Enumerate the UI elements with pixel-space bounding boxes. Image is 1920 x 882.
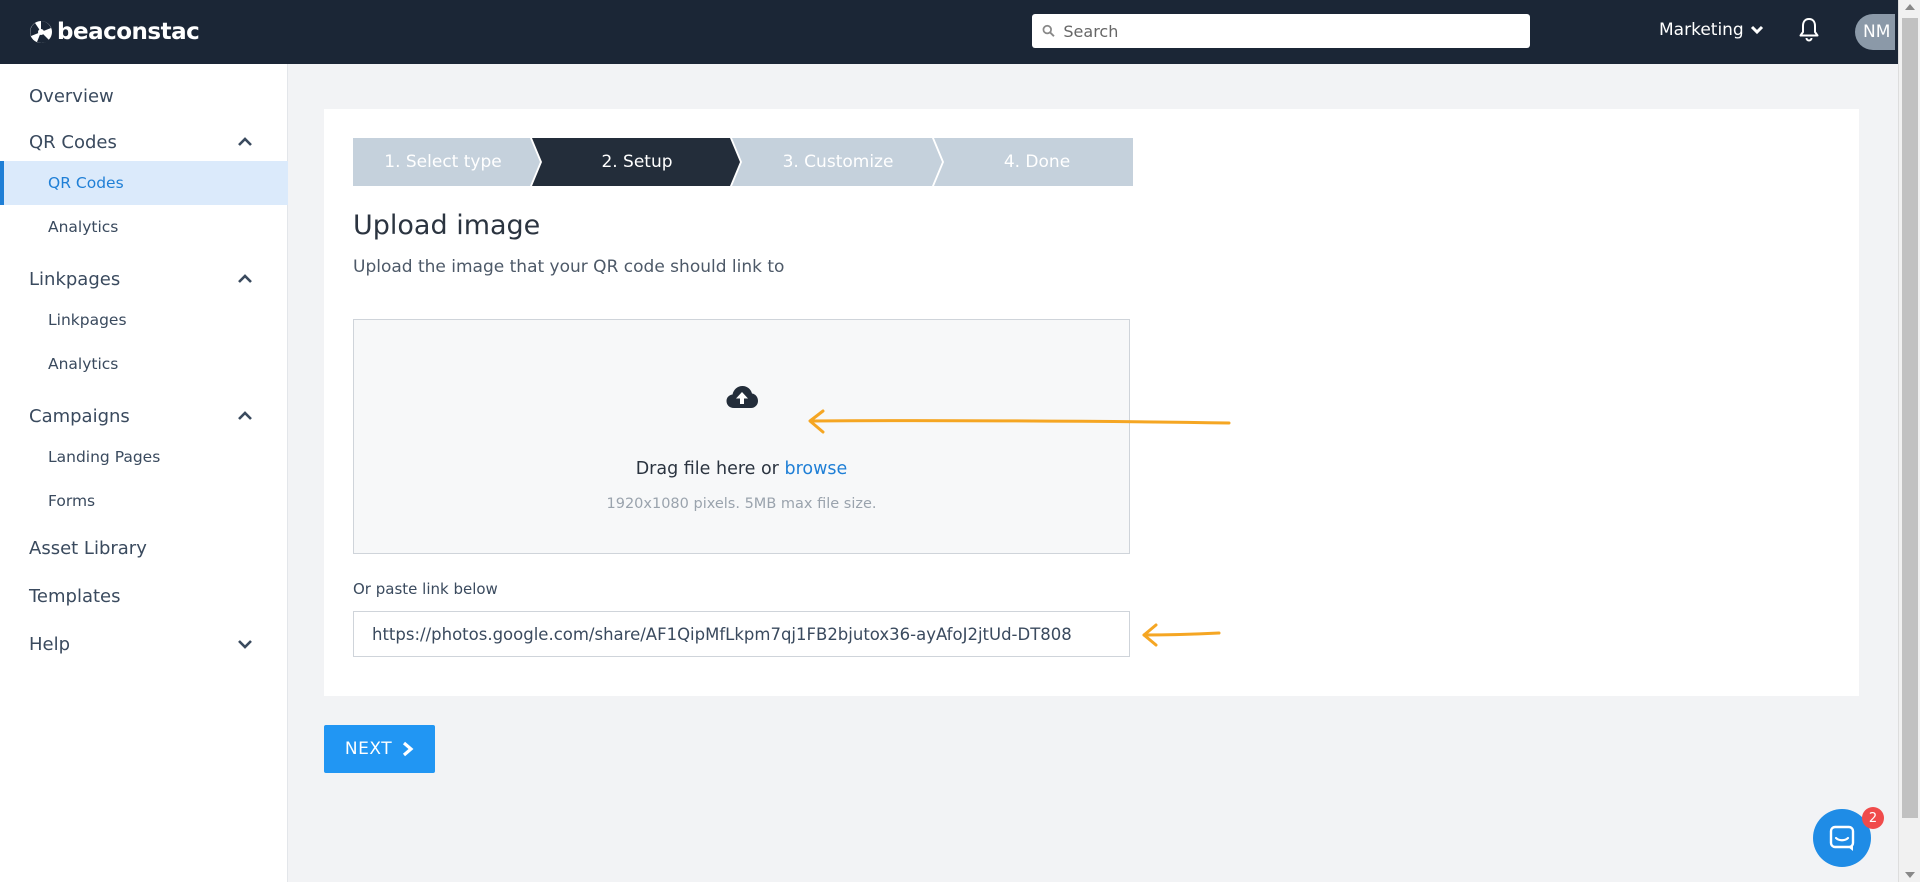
chevron-up-icon[interactable]	[237, 411, 253, 421]
chat-unread-badge: 2	[1862, 807, 1884, 829]
page-title: Upload image	[353, 210, 541, 241]
step-customize: 3. Customize	[739, 138, 937, 186]
top-bar: beaconstac Marketing NM	[0, 0, 1898, 64]
chat-icon	[1829, 825, 1855, 851]
sidebar-subitem-linkpages-analytics[interactable]: Analytics	[0, 342, 288, 386]
browse-link[interactable]: browse	[784, 459, 847, 479]
sidebar-subitem-label: Linkpages	[48, 311, 127, 329]
sidebar-item-label: Campaigns	[29, 405, 130, 427]
sidebar-subitem-label: Landing Pages	[48, 448, 161, 466]
drag-instructions: Drag file here or browse	[354, 459, 1129, 479]
sidebar-item-campaigns[interactable]: Campaigns	[0, 398, 288, 434]
step-setup: 2. Setup	[539, 138, 735, 186]
scroll-thumb[interactable]	[1902, 18, 1918, 818]
step-label: 3. Customize	[782, 152, 894, 172]
chevron-right-icon	[403, 741, 414, 757]
bell-icon	[1799, 18, 1819, 42]
sidebar: Overview QR Codes QR Codes Analytics Lin…	[0, 64, 288, 882]
progress-stepper: 1. Select type 2. Setup 3. Customize 4. …	[353, 138, 1133, 186]
brand-logo[interactable]: beaconstac	[29, 17, 200, 47]
step-select-type[interactable]: 1. Select type	[353, 138, 533, 186]
chevron-down-icon[interactable]	[237, 639, 253, 649]
scroll-up-arrow-icon[interactable]	[1905, 4, 1915, 10]
chevron-down-icon	[1750, 25, 1763, 35]
next-button[interactable]: NEXT	[324, 725, 435, 773]
step-label: 1. Select type	[384, 152, 502, 172]
annotation-arrow-icon	[808, 409, 1231, 434]
sidebar-item-overview[interactable]: Overview	[0, 78, 288, 114]
beaconstac-logo-icon	[30, 21, 52, 43]
org-name: Marketing	[1659, 20, 1744, 40]
sidebar-subitem-landing-pages[interactable]: Landing Pages	[0, 435, 288, 479]
cloud-upload-icon	[726, 386, 758, 408]
org-switcher[interactable]: Marketing	[1659, 20, 1764, 40]
search-input[interactable]	[1063, 21, 1530, 41]
sidebar-subitem-label: QR Codes	[48, 174, 124, 192]
sidebar-subitem-label: Analytics	[48, 218, 119, 236]
sidebar-item-asset-library[interactable]: Asset Library	[0, 530, 288, 566]
sidebar-item-help[interactable]: Help	[0, 626, 288, 662]
sidebar-item-qr-codes[interactable]: QR Codes	[0, 124, 288, 160]
sidebar-item-label: Help	[29, 633, 71, 655]
drag-text: Drag file here or	[635, 459, 779, 479]
step-label: 2. Setup	[601, 152, 673, 172]
avatar-initials: NM	[1863, 22, 1891, 42]
chevron-up-icon[interactable]	[237, 274, 253, 284]
search-box[interactable]	[1032, 14, 1530, 48]
sidebar-subitem-qr-codes[interactable]: QR Codes	[0, 161, 288, 205]
sidebar-subitem-label: Forms	[48, 492, 96, 510]
sidebar-item-label: QR Codes	[29, 131, 117, 153]
user-avatar[interactable]: NM	[1855, 14, 1895, 50]
annotation-arrow-icon	[1142, 623, 1221, 647]
sidebar-item-label: Asset Library	[29, 537, 147, 559]
file-size-hint: 1920x1080 pixels. 5MB max file size.	[606, 496, 877, 512]
sidebar-subitem-qr-analytics[interactable]: Analytics	[0, 205, 288, 249]
sidebar-item-label: Overview	[29, 85, 114, 107]
brand-name: beaconstac	[57, 19, 200, 45]
step-done: 4. Done	[941, 138, 1133, 186]
page-scrollbar[interactable]	[1898, 0, 1920, 882]
search-icon	[1042, 24, 1055, 37]
scroll-down-arrow-icon[interactable]	[1905, 872, 1915, 878]
paste-link-label: Or paste link below	[353, 580, 498, 598]
paste-link-input[interactable]	[353, 611, 1130, 657]
chevron-up-icon[interactable]	[237, 137, 253, 147]
sidebar-item-label: Templates	[29, 585, 121, 607]
sidebar-subitem-forms[interactable]: Forms	[0, 479, 288, 523]
notifications-button[interactable]	[1798, 16, 1820, 46]
file-dropzone[interactable]: Drag file here or browse 1920x1080 pixel…	[353, 319, 1130, 554]
sidebar-item-templates[interactable]: Templates	[0, 578, 288, 614]
sidebar-subitem-linkpages[interactable]: Linkpages	[0, 298, 288, 342]
page-subtitle: Upload the image that your QR code shoul…	[353, 257, 785, 277]
sidebar-item-label: Linkpages	[29, 268, 121, 290]
step-label: 4. Done	[1003, 152, 1071, 172]
sidebar-item-linkpages[interactable]: Linkpages	[0, 261, 288, 297]
next-button-label: NEXT	[344, 739, 393, 759]
sidebar-subitem-label: Analytics	[48, 355, 119, 373]
